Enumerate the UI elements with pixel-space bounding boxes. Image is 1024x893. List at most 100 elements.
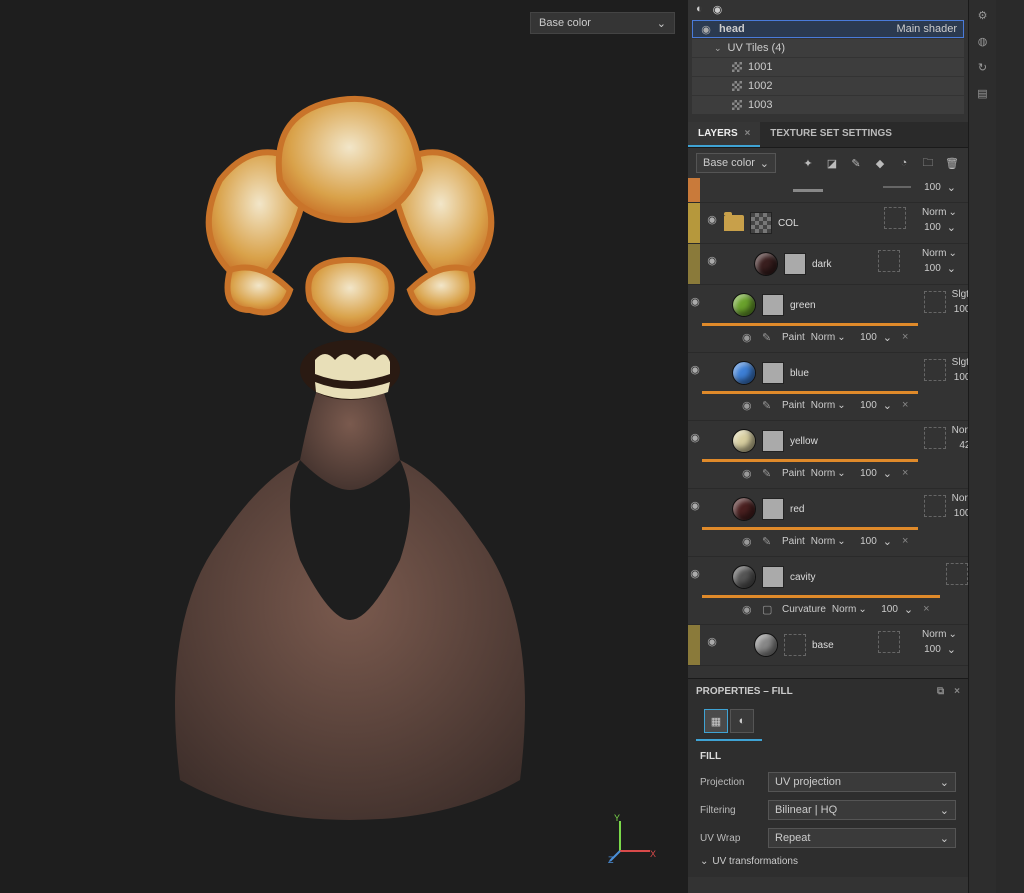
bucket-icon[interactable]: ◆ <box>872 155 888 171</box>
layer-row-red[interactable]: ◉ red ◉ ✎ Paint Norm⌄ 100⌄ × Norm⌄ <box>688 489 968 557</box>
visibility-icon[interactable]: ◉ <box>705 254 719 267</box>
uv-tile-1001[interactable]: 1001 <box>692 58 964 76</box>
mode-material-button[interactable]: ◐ <box>730 709 754 733</box>
layer-row-cavity[interactable]: ◉ cavity ◉ ▢ Curvature Norm⌄ 100⌄ × <box>688 557 968 625</box>
mask-slot[interactable] <box>924 495 946 517</box>
visibility-icon[interactable]: ◉ <box>688 295 702 308</box>
projection-dropdown[interactable]: UV projection ⌄ <box>768 772 956 792</box>
blend-mode-dropdown[interactable]: Norm⌄ <box>811 468 849 479</box>
svg-text:Z: Z <box>608 855 614 863</box>
chevron-down-icon[interactable]: ⌄ <box>947 643 956 656</box>
filtering-dropdown[interactable]: Bilinear | HQ ⌄ <box>768 800 956 820</box>
layer-effect-paint[interactable]: ◉ ✎ Paint Norm⌄ 100⌄ × <box>702 326 918 348</box>
mask-thumbnail[interactable] <box>784 253 806 275</box>
mask-thumbnail[interactable] <box>762 294 784 316</box>
viewport-3d[interactable]: Base color ⌄ <box>0 0 688 893</box>
visibility-icon[interactable]: ◉ <box>742 331 756 344</box>
tab-layers[interactable]: LAYERS × <box>688 122 760 147</box>
mask-slot[interactable] <box>878 250 900 272</box>
brush-icon[interactable]: ✎ <box>848 155 864 171</box>
remove-icon[interactable]: × <box>898 535 912 547</box>
tab-texture-set-settings[interactable]: TEXTURE SET SETTINGS <box>760 122 902 147</box>
visibility-icon[interactable]: ◉ <box>742 535 756 548</box>
visibility-icon[interactable]: ◉ <box>742 603 756 616</box>
uv-tile-1003[interactable]: 1003 <box>692 96 964 114</box>
mask-thumbnail[interactable] <box>784 634 806 656</box>
visibility-icon[interactable]: ◉ <box>742 399 756 412</box>
eye-icon[interactable]: ◉ <box>713 3 723 16</box>
page-icon[interactable]: ▤ <box>974 84 992 102</box>
visibility-icon[interactable]: ◉ <box>699 23 713 36</box>
lightbulb-icon[interactable]: ◐ <box>696 3 703 15</box>
layer-row-base[interactable]: ◉ base Norm⌄ 100⌄ <box>688 625 968 666</box>
layer-row-blue[interactable]: ◉ blue ◉ ✎ Paint Norm⌄ 100⌄ × Slgt⌄ <box>688 353 968 421</box>
visibility-icon[interactable]: ◉ <box>688 567 702 580</box>
remove-icon[interactable]: × <box>898 399 912 411</box>
layer-row-yellow[interactable]: ◉ yellow ◉ ✎ Paint Norm⌄ 100⌄ × Nor <box>688 421 968 489</box>
remove-icon[interactable]: × <box>898 331 912 343</box>
mask-slot[interactable] <box>924 291 946 313</box>
effect-name: Paint <box>782 468 805 479</box>
globe-icon[interactable]: ◍ <box>974 32 992 50</box>
blend-mode-dropdown[interactable]: Norm⌄ <box>922 207 962 218</box>
layer-effect-paint[interactable]: ◉ ✎ Paint Norm⌄ 100⌄ × <box>702 394 918 416</box>
trash-icon[interactable]: 🗑 <box>944 155 960 171</box>
uv-tile-1002[interactable]: 1002 <box>692 77 964 95</box>
visibility-icon[interactable]: ◉ <box>688 431 702 444</box>
layer-effect-paint[interactable]: ◉ ✎ Paint Norm⌄ 100⌄ × <box>702 462 918 484</box>
blend-mode-dropdown[interactable]: Norm⌄ <box>832 604 870 615</box>
visibility-icon[interactable]: ◉ <box>742 467 756 480</box>
close-icon[interactable]: × <box>744 128 750 139</box>
chevron-down-icon[interactable]: ⌄ <box>947 181 956 194</box>
mode-fill-button[interactable]: ▦ <box>704 709 728 733</box>
blend-mode-dropdown[interactable]: Norm⌄ <box>811 332 849 343</box>
mask-thumbnail[interactable] <box>762 498 784 520</box>
visibility-icon[interactable]: ◉ <box>688 363 702 376</box>
history-icon[interactable]: ↻ <box>974 58 992 76</box>
blend-mode-dropdown[interactable]: Norm⌄ <box>811 400 849 411</box>
visibility-icon[interactable]: ◉ <box>705 213 719 226</box>
uv-transformations-header[interactable]: ⌄ UV transformations <box>700 856 956 867</box>
wand-icon[interactable]: ✦ <box>800 155 816 171</box>
layers-channel-dropdown[interactable]: Base color ⌄ <box>696 153 776 173</box>
mask-slot[interactable] <box>924 359 946 381</box>
gear-icon[interactable]: ⚙ <box>974 6 992 24</box>
mask-thumbnail[interactable] <box>762 362 784 384</box>
folder-icon[interactable]: 🗀 <box>920 155 936 171</box>
blend-mode-dropdown[interactable]: Slgt⌄ <box>952 357 968 368</box>
popout-icon[interactable]: ⧉ <box>937 686 944 697</box>
blend-mode-dropdown[interactable]: Norm⌄ <box>811 536 849 547</box>
mask-slot[interactable] <box>884 207 906 229</box>
uvwrap-dropdown[interactable]: Repeat ⌄ <box>768 828 956 848</box>
blend-mode-dropdown[interactable]: Norm⌄ <box>922 248 962 259</box>
chevron-down-icon[interactable]: ⌄ <box>947 221 956 234</box>
blend-mode-dropdown[interactable]: Norm⌄ <box>952 493 968 504</box>
mask-icon[interactable]: ◪ <box>824 155 840 171</box>
blend-mode-dropdown[interactable]: Norm⌄ <box>922 629 962 640</box>
mask-slot[interactable] <box>878 631 900 653</box>
blend-mode-dropdown[interactable]: Norm⌄ <box>952 425 968 436</box>
close-icon[interactable]: × <box>954 686 960 697</box>
texture-set-head[interactable]: ◉ head Main shader <box>692 20 964 38</box>
remove-icon[interactable]: × <box>919 603 933 615</box>
mask-thumbnail[interactable] <box>762 430 784 452</box>
layer-row-dark[interactable]: ◉ dark Norm⌄ 100⌄ <box>688 244 968 285</box>
visibility-icon[interactable]: ◉ <box>688 499 702 512</box>
layer-row-green[interactable]: ◉ green ◉ ✎ Paint Norm⌄ 100⌄ × Slgt <box>688 285 968 353</box>
chevron-down-icon[interactable]: ⌄ <box>947 262 956 275</box>
smart-material-icon[interactable]: ◔ <box>896 155 912 171</box>
mask-thumbnail[interactable] <box>762 566 784 588</box>
blend-mode-dropdown[interactable]: Slgt⌄ <box>952 289 968 300</box>
mask-slot[interactable] <box>946 563 968 585</box>
uv-tiles-row[interactable]: ⌄ UV Tiles (4) <box>692 39 964 57</box>
mask-slot[interactable] <box>924 427 946 449</box>
layer-name: red <box>790 504 918 515</box>
layer-effect-paint[interactable]: ◉ ✎ Paint Norm⌄ 100⌄ × <box>702 530 918 552</box>
visibility-icon[interactable]: ◉ <box>705 635 719 648</box>
layer-row-top[interactable]: 100⌄ <box>688 178 968 203</box>
remove-icon[interactable]: × <box>898 467 912 479</box>
opacity-value: 100 <box>876 604 898 615</box>
layer-effect-curvature[interactable]: ◉ ▢ Curvature Norm⌄ 100⌄ × <box>702 598 940 620</box>
viewport-channel-dropdown[interactable]: Base color ⌄ <box>530 12 675 34</box>
layer-folder-col[interactable]: ◉ COL Norm⌄ 100⌄ <box>688 203 968 244</box>
